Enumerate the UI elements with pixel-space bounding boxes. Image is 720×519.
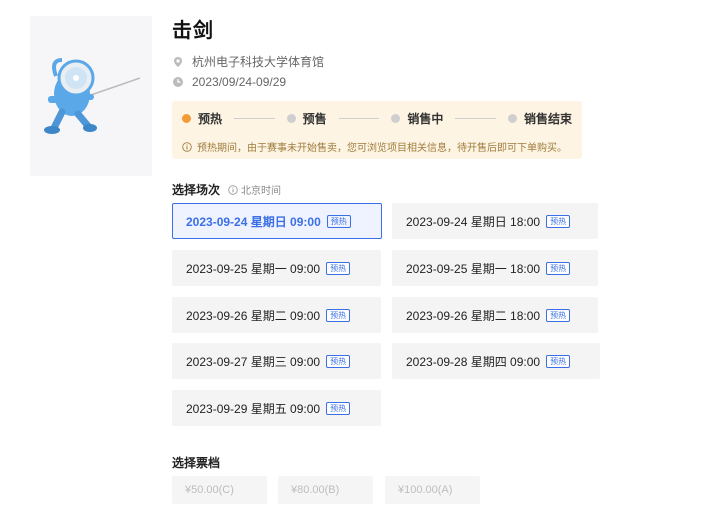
tier-label: ¥80.00(B) [291, 484, 340, 496]
tier-option-c[interactable]: ¥50.00(C) [172, 476, 267, 504]
preheat-badge: 预热 [326, 401, 351, 415]
sessions-title: 选择场次 [172, 183, 221, 197]
info-icon [182, 141, 192, 152]
venue-text: 杭州电子科技大学体育馆 [192, 55, 325, 69]
preheat-notice: 预热期间，由于赛事未开始售卖，您可浏览项目相关信息，待开售后即可下单购买。 [182, 139, 567, 154]
info-icon [228, 184, 238, 195]
tiers-title: 选择票档 [172, 456, 221, 470]
notice-text: 预热期间，由于赛事未开始售卖，您可浏览项目相关信息，待开售后即可下单购买。 [197, 143, 567, 154]
stage-connector [234, 117, 275, 119]
tier-option-b[interactable]: ¥80.00(B) [278, 476, 373, 504]
tier-label: ¥100.00(A) [398, 484, 453, 496]
session-option-1[interactable]: 2023-09-24 星期日 18:00 预热 [392, 203, 598, 239]
preheat-badge: 预热 [326, 214, 351, 228]
event-title: 击剑 [172, 20, 214, 42]
sessions-section-header: 选择场次 北京时间 [172, 181, 281, 198]
session-label: 2023-09-24 星期日 18:00 [406, 214, 541, 229]
sale-stage-box: 预热 预售 销售中 销售结束 预热期间，由于赛事未开始售卖，您可浏览项目相关信息 [172, 101, 582, 159]
stage-dot [286, 113, 296, 123]
session-option-7[interactable]: 2023-09-28 星期四 09:00 预热 [392, 343, 600, 379]
stage-sale-ended: 销售结束 [507, 110, 572, 127]
stage-dot [507, 113, 517, 123]
stage-connector [338, 117, 380, 119]
preheat-badge: 预热 [546, 354, 571, 368]
tier-option-a[interactable]: ¥100.00(A) [385, 476, 480, 504]
preheat-badge: 预热 [326, 261, 351, 275]
session-label: 2023-09-26 星期二 09:00 [186, 308, 321, 323]
stage-dot [182, 113, 191, 123]
location-pin-icon [172, 56, 184, 68]
date-range-text: 2023/09/24-09/29 [192, 75, 287, 89]
preheat-badge: 预热 [326, 354, 351, 368]
session-option-2[interactable]: 2023-09-25 星期一 09:00 预热 [172, 250, 381, 286]
session-option-4[interactable]: 2023-09-26 星期二 09:00 预热 [172, 297, 381, 333]
tier-label: ¥50.00(C) [185, 484, 234, 496]
preheat-badge: 预热 [546, 261, 571, 275]
preheat-badge: 预热 [326, 308, 351, 322]
session-label: 2023-09-26 星期二 18:00 [406, 308, 541, 323]
session-option-0[interactable]: 2023-09-24 星期日 09:00 预热 [172, 203, 382, 239]
date-row: 2023/09/24-09/29 [172, 75, 286, 89]
session-label: 2023-09-29 星期五 09:00 [186, 401, 321, 416]
stage-preheat: 预热 [182, 110, 222, 127]
session-label: 2023-09-24 星期日 09:00 [186, 214, 321, 229]
mascot-fencer-image [44, 58, 141, 134]
session-label: 2023-09-25 星期一 18:00 [406, 261, 541, 276]
stage-label: 预热 [198, 111, 223, 126]
timezone-text: 北京时间 [241, 186, 282, 197]
stage-connector [455, 117, 496, 119]
event-poster [30, 16, 152, 176]
preheat-badge: 预热 [546, 214, 571, 228]
stage-dot [391, 113, 401, 123]
preheat-badge: 预热 [546, 308, 571, 322]
venue-row: 杭州电子科技大学体育馆 [172, 53, 324, 70]
session-option-5[interactable]: 2023-09-26 星期二 18:00 预热 [392, 297, 598, 333]
session-option-6[interactable]: 2023-09-27 星期三 09:00 预热 [172, 343, 381, 379]
sale-stage-progress: 预热 预售 销售中 销售结束 [182, 110, 572, 126]
session-label: 2023-09-27 星期三 09:00 [186, 354, 321, 369]
session-option-8[interactable]: 2023-09-29 星期五 09:00 预热 [172, 390, 381, 426]
stage-label: 预售 [302, 111, 327, 126]
stage-label: 销售中 [407, 111, 444, 126]
tiers-section-header: 选择票档 [172, 454, 220, 471]
session-label: 2023-09-25 星期一 09:00 [186, 261, 321, 276]
stage-presale: 预售 [286, 110, 327, 127]
clock-icon [172, 76, 184, 88]
timezone-note: 北京时间 [228, 182, 281, 197]
session-label: 2023-09-28 星期四 09:00 [406, 354, 541, 369]
stage-on-sale: 销售中 [391, 110, 443, 127]
session-option-3[interactable]: 2023-09-25 星期一 18:00 预热 [392, 250, 598, 286]
stage-label: 销售结束 [523, 111, 572, 126]
